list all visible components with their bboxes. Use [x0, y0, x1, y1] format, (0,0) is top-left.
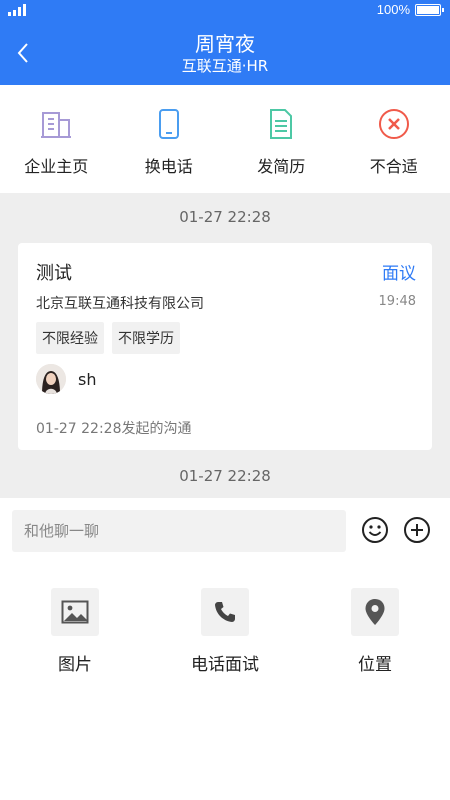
message-input-bar: [0, 498, 450, 566]
page-title: 周宵夜: [195, 32, 255, 56]
change-phone-button[interactable]: 换电话: [113, 85, 226, 193]
extra-label: 图片: [58, 655, 92, 675]
company-homepage-button[interactable]: 企业主页: [0, 85, 113, 193]
signal-icon: [8, 4, 26, 16]
smile-icon: [362, 517, 388, 543]
avatar: [36, 364, 66, 394]
phone-call-icon: [215, 602, 235, 622]
app-header: 100% 周宵夜 互联互通·HR: [0, 0, 450, 85]
battery-percentage: 100%: [376, 2, 410, 17]
battery-icon: [415, 4, 444, 16]
job-tags: 不限经验 不限学历: [36, 322, 180, 354]
job-card[interactable]: 测试 面议 北京互联互通科技有限公司 19:48 不限经验 不限学历 sh 01…: [18, 243, 432, 450]
phone-interview-button[interactable]: 电话面试: [150, 588, 300, 675]
building-icon: [41, 112, 72, 138]
action-label: 企业主页: [24, 157, 89, 176]
close-circle-icon: [378, 109, 409, 139]
send-resume-button[interactable]: 发简历: [225, 85, 338, 193]
action-bar: 企业主页 换电话 发简历 不合适: [0, 85, 450, 193]
location-pin-icon: [365, 599, 385, 625]
document-icon: [270, 109, 293, 139]
more-button[interactable]: [402, 515, 432, 545]
timestamp-separator: 01-27 22:28: [179, 467, 271, 485]
timestamp-separator: 01-27 22:28: [179, 208, 271, 226]
send-location-button[interactable]: 位置: [300, 588, 450, 675]
emoji-button[interactable]: [360, 515, 390, 545]
recruiter-name: sh: [78, 369, 97, 389]
send-image-button[interactable]: 图片: [0, 588, 150, 675]
conversation-started-note: 01-27 22:28发起的沟通: [36, 421, 192, 437]
not-suitable-button[interactable]: 不合适: [338, 85, 450, 193]
recruiter-profile[interactable]: sh: [36, 364, 96, 394]
company-name: 北京互联互通科技有限公司: [36, 296, 204, 312]
action-label: 换电话: [144, 157, 193, 176]
extra-label: 位置: [358, 655, 392, 675]
tag-experience: 不限经验: [36, 322, 104, 354]
action-label: 发简历: [257, 157, 306, 176]
chat-area: 01-27 22:28 测试 面议 北京互联互通科技有限公司 19:48 不限经…: [0, 193, 450, 498]
phone-icon: [158, 109, 179, 139]
salary-link[interactable]: 面议: [382, 259, 416, 284]
extra-label: 电话面试: [191, 655, 259, 675]
action-label: 不合适: [369, 157, 418, 176]
extras-panel: 图片 电话面试 位置: [0, 566, 450, 800]
job-title: 测试: [36, 263, 72, 284]
image-icon: [61, 600, 89, 624]
status-bar: 100%: [0, 0, 450, 22]
page-subtitle: 互联互通·HR: [181, 57, 269, 75]
tag-education: 不限学历: [112, 322, 180, 354]
card-time: 19:48: [378, 294, 416, 309]
plus-circle-icon: [404, 517, 430, 543]
message-input[interactable]: [12, 510, 346, 552]
